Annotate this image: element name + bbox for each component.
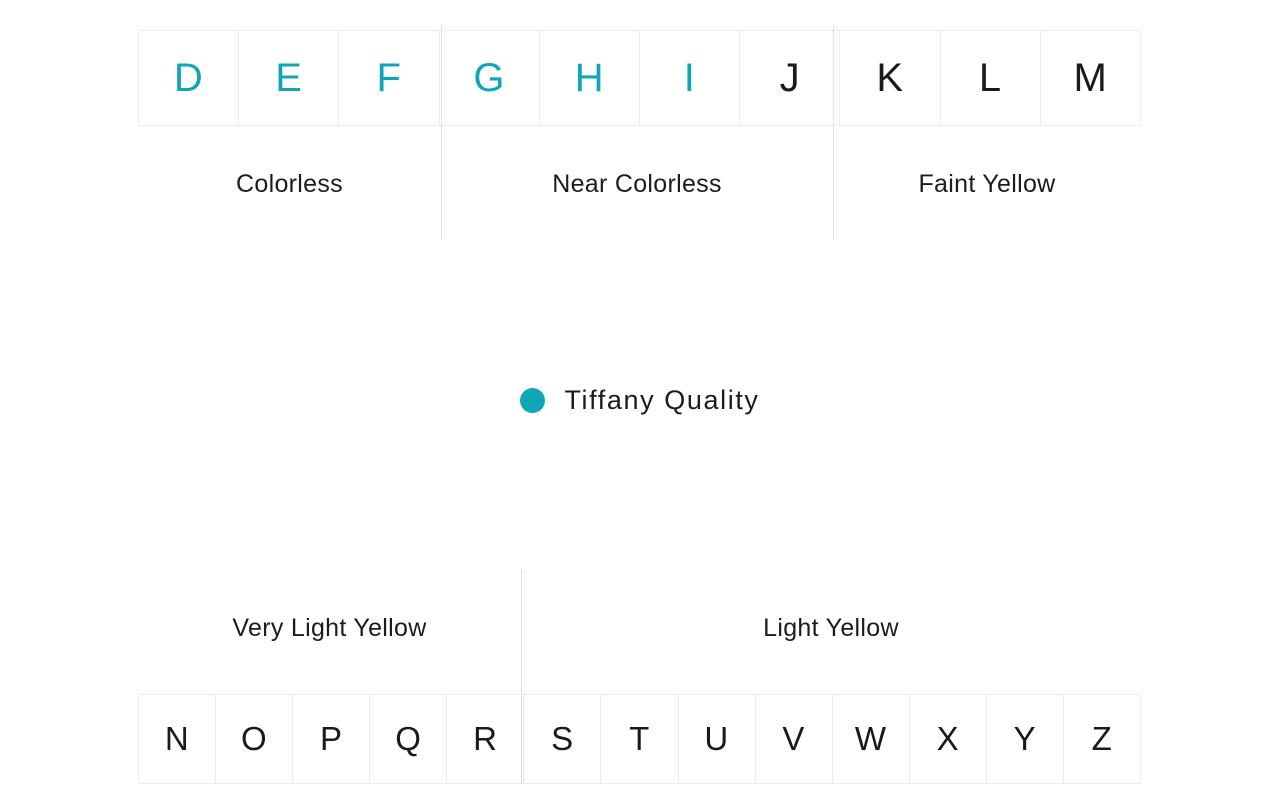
bottom-grade-scale-row: NOPQRSTUVWXYZ xyxy=(138,694,1141,784)
grade-cell-w[interactable]: W xyxy=(833,695,910,783)
grade-cell-j[interactable]: J xyxy=(740,31,841,125)
grade-cell-i[interactable]: I xyxy=(640,31,741,125)
grade-cell-x[interactable]: X xyxy=(910,695,987,783)
section-label-near-colorless: Near Colorless xyxy=(552,170,722,198)
section-label-light-yellow: Light Yellow xyxy=(763,614,899,642)
section-label-very-light-yellow: Very Light Yellow xyxy=(232,614,427,642)
top-grade-scale-row: DEFGHIJKLM xyxy=(138,30,1141,126)
section-label-colorless: Colorless xyxy=(236,170,343,198)
legend-label: Tiffany Quality xyxy=(564,385,760,415)
grade-cell-e[interactable]: E xyxy=(239,31,340,125)
grade-cell-p[interactable]: P xyxy=(293,695,371,783)
grade-cell-k[interactable]: K xyxy=(840,31,941,125)
top-section-divider-colorless-nearcolorless xyxy=(441,25,442,240)
grade-cell-z[interactable]: Z xyxy=(1064,695,1140,783)
grade-cell-v[interactable]: V xyxy=(756,695,833,783)
diamond-color-scale-chart: DEFGHIJKLM Colorless Near Colorless Fain… xyxy=(0,0,1280,811)
grade-cell-m[interactable]: M xyxy=(1041,31,1140,125)
grade-cell-s[interactable]: S xyxy=(524,695,602,783)
legend: Tiffany Quality xyxy=(0,385,1280,416)
top-section-divider-nearcolorless-faintyellow xyxy=(833,25,834,240)
grade-cell-y[interactable]: Y xyxy=(987,695,1064,783)
grade-cell-u[interactable]: U xyxy=(679,695,756,783)
grade-cell-g[interactable]: G xyxy=(440,31,540,125)
grade-cell-n[interactable]: N xyxy=(139,695,217,783)
section-label-faint-yellow: Faint Yellow xyxy=(918,170,1056,198)
grade-cell-t[interactable]: T xyxy=(601,695,679,783)
grade-cell-r[interactable]: R xyxy=(447,695,525,783)
filled-circle-icon xyxy=(520,388,546,413)
grade-cell-d[interactable]: D xyxy=(139,31,240,125)
grade-cell-o[interactable]: O xyxy=(216,695,294,783)
grade-cell-l[interactable]: L xyxy=(941,31,1041,125)
grade-cell-f[interactable]: F xyxy=(339,31,440,125)
grade-cell-h[interactable]: H xyxy=(540,31,641,125)
grade-cell-q[interactable]: Q xyxy=(370,695,448,783)
